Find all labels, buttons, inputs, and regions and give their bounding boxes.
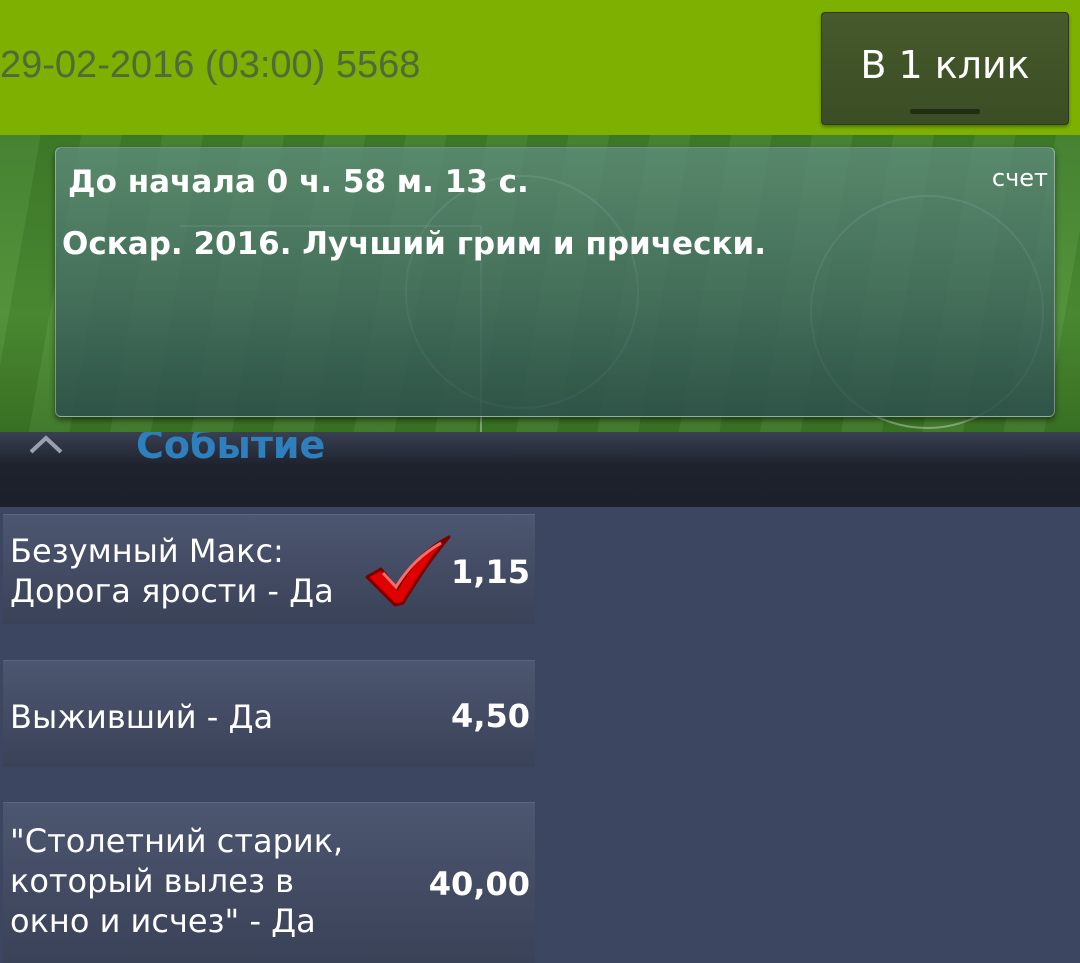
page: 29-02-2016 (03:00) 5568 В 1 клик До нача… — [0, 0, 1080, 963]
score-link[interactable]: счет — [992, 164, 1048, 192]
outcome-button-2[interactable]: Выживший - Да 4,50 — [3, 660, 535, 767]
header: 29-02-2016 (03:00) 5568 В 1 клик — [0, 0, 1080, 135]
countdown-timer: До начала 0 ч. 58 м. 13 с. — [68, 164, 529, 200]
outcome-label: Безумный Макс: Дорога ярости - Да — [10, 532, 334, 610]
checkmark-icon — [365, 535, 451, 607]
one-click-label: В 1 клик — [860, 42, 1030, 87]
outcome-label: "Столетний старик, который вылез в окно … — [10, 822, 344, 940]
outcome-odds: 1,15 — [451, 553, 530, 591]
chevron-up-icon[interactable] — [28, 432, 64, 458]
outcome-button-3[interactable]: "Столетний старик, который вылез в окно … — [3, 802, 535, 963]
one-click-indicator — [910, 109, 980, 114]
outcome-button-1[interactable]: Безумный Макс: Дорога ярости - Да 1,15 — [3, 514, 535, 624]
match-header-title: 29-02-2016 (03:00) 5568 — [0, 44, 421, 86]
event-title: Оскар. 2016. Лучший грим и прически. — [62, 226, 766, 262]
outcome-label: Выживший - Да — [10, 698, 274, 736]
outcome-odds: 4,50 — [451, 697, 530, 735]
one-click-button[interactable]: В 1 клик — [821, 12, 1069, 125]
section-title: Событие — [136, 432, 326, 467]
section-header[interactable]: Событие — [0, 432, 1080, 507]
outcome-odds: 40,00 — [428, 865, 530, 903]
event-info-card: До начала 0 ч. 58 м. 13 с. счет Оскар. 2… — [55, 147, 1055, 417]
